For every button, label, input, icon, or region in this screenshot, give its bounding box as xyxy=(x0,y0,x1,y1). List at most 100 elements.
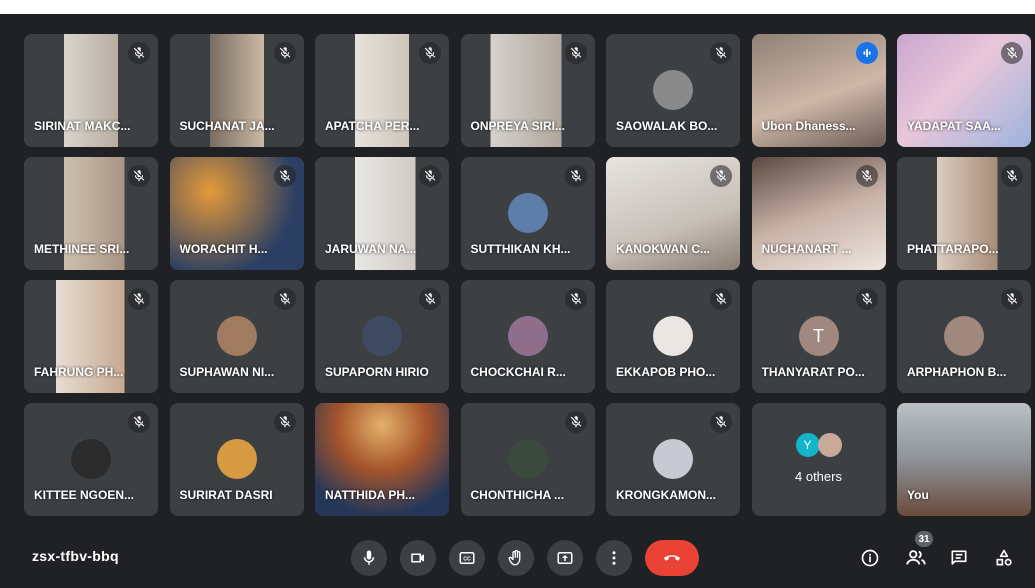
mic-off-icon xyxy=(424,293,436,305)
mic-off-icon xyxy=(715,47,727,59)
camera-button[interactable] xyxy=(400,540,436,576)
participant-avatar xyxy=(944,316,984,356)
muted-indicator xyxy=(564,42,587,64)
participant-avatar xyxy=(653,70,693,110)
participant-tile[interactable]: SUTTHIKAN KH... xyxy=(460,157,595,270)
participant-tile[interactable]: NATTHIDA PH... xyxy=(315,403,449,516)
participant-tile[interactable]: Y 4 others xyxy=(751,403,886,516)
mic-off-icon xyxy=(424,47,436,59)
participant-tile[interactable]: METHINEE SRI... xyxy=(24,157,158,270)
end-call-button[interactable] xyxy=(645,540,699,576)
participant-avatar xyxy=(362,316,402,356)
participant-tile[interactable]: JARUWAN NA... xyxy=(315,157,449,270)
muted-indicator xyxy=(1001,165,1023,187)
present-button[interactable] xyxy=(547,540,583,576)
chat-button[interactable] xyxy=(947,546,971,570)
participant-name: You xyxy=(907,488,929,502)
participant-name: SAOWALAK BO... xyxy=(616,119,718,133)
window-top-edge xyxy=(0,0,1035,14)
captions-icon: CC xyxy=(459,552,475,564)
participant-tile[interactable]: KRONGKAMON... xyxy=(606,403,740,516)
participant-name: SUTTHIKAN KH... xyxy=(470,242,571,256)
others-label: 4 others xyxy=(795,469,842,484)
participant-name: Ubon Dhaness... xyxy=(761,119,856,133)
muted-indicator xyxy=(564,165,587,187)
participant-tile[interactable]: CHONTHICHA ... xyxy=(460,403,595,516)
participant-tile[interactable]: ONPREYA SIRI... xyxy=(460,34,595,147)
more-options-button[interactable] xyxy=(596,540,632,576)
mic-off-icon xyxy=(715,416,727,428)
muted-indicator xyxy=(128,165,150,187)
participant-tile[interactable]: SURIRAT DASRI xyxy=(169,403,304,516)
muted-indicator xyxy=(273,288,296,310)
muted-indicator xyxy=(419,42,441,64)
participant-tile[interactable]: NUCHANART ... xyxy=(751,157,886,270)
participant-name: CHOCKCHAI R... xyxy=(470,365,566,379)
mic-off-icon xyxy=(133,416,145,428)
others-photo-avatar xyxy=(817,433,842,457)
people-button[interactable] xyxy=(904,546,928,570)
participant-tile[interactable]: YADAPAT SAA... xyxy=(897,34,1031,147)
activities-button[interactable] xyxy=(992,546,1016,570)
participant-tile[interactable]: T THANYARAT PO... xyxy=(751,280,886,393)
meeting-details-button[interactable] xyxy=(858,546,882,570)
participant-tile[interactable]: WORACHIT H... xyxy=(169,157,304,270)
participant-tile[interactable]: APATCHA PER... xyxy=(315,34,449,147)
participant-tile[interactable]: SUPHAWAN NI... xyxy=(169,280,304,393)
participant-name: KRONGKAMON... xyxy=(616,488,716,502)
mic-off-icon xyxy=(861,293,872,305)
muted-indicator xyxy=(128,42,150,64)
participant-tile[interactable]: SIRINAT MAKC... xyxy=(24,34,158,147)
participant-name: NUCHANART ... xyxy=(761,242,852,256)
participant-avatar xyxy=(653,439,693,479)
captions-button[interactable]: CC xyxy=(449,540,485,576)
participant-name: KITTEE NGOEN... xyxy=(34,488,135,502)
participant-avatar xyxy=(507,193,548,233)
muted-indicator xyxy=(855,288,878,310)
present-icon xyxy=(557,552,573,564)
raise-hand-button[interactable] xyxy=(498,540,534,576)
participant-tile[interactable]: EKKAPOB PHO... xyxy=(606,280,740,393)
participant-tile[interactable]: SUCHANAT JA... xyxy=(169,34,304,147)
svg-text:CC: CC xyxy=(463,557,471,563)
participant-name: JARUWAN NA... xyxy=(325,242,417,256)
mic-off-icon xyxy=(133,293,145,305)
participant-tile[interactable]: KITTEE NGOEN... xyxy=(24,403,158,516)
muted-indicator xyxy=(564,411,587,433)
activities-icon xyxy=(996,549,1012,566)
others-avatars: Y xyxy=(795,433,842,457)
participant-avatar xyxy=(216,439,257,479)
participant-tile[interactable]: PHATTARAPO... xyxy=(897,157,1031,270)
participant-tile[interactable]: ARPHAPHON B... xyxy=(897,280,1031,393)
participant-avatar xyxy=(216,316,257,356)
microphone-button[interactable] xyxy=(351,540,387,576)
participant-name: WORACHIT H... xyxy=(179,242,268,256)
mic-off-icon xyxy=(570,170,581,182)
participant-tile[interactable]: FAHRUNG PH... xyxy=(24,280,158,393)
participant-count-badge: 31 xyxy=(915,531,933,547)
participant-tile[interactable]: Ubon Dhaness... xyxy=(751,34,886,147)
participant-tile[interactable]: You xyxy=(897,403,1031,516)
mic-off-icon xyxy=(279,47,290,59)
participant-tile[interactable]: CHOCKCHAI R... xyxy=(460,280,595,393)
participant-avatar xyxy=(507,316,548,356)
hand-icon xyxy=(508,549,521,566)
muted-indicator xyxy=(128,288,150,310)
participant-name: SUPHAWAN NI... xyxy=(179,365,275,379)
speaking-icon xyxy=(863,48,870,58)
mic-off-icon xyxy=(715,170,727,182)
muted-indicator xyxy=(710,42,732,64)
muted-indicator xyxy=(419,165,441,187)
muted-indicator xyxy=(419,288,441,310)
participant-name: SIRINAT MAKC... xyxy=(34,119,131,133)
mic-off-icon xyxy=(715,293,727,305)
participant-name: SURIRAT DASRI xyxy=(179,488,273,502)
muted-indicator xyxy=(1001,42,1023,64)
participant-tile[interactable]: SAOWALAK BO... xyxy=(606,34,740,147)
participant-tile[interactable]: KANOKWAN C... xyxy=(606,157,740,270)
meeting-code[interactable]: zsx-tfbv-bbq xyxy=(32,548,119,564)
info-icon xyxy=(861,549,879,567)
muted-indicator xyxy=(273,165,296,187)
muted-indicator xyxy=(710,411,732,433)
participant-tile[interactable]: SUPAPORN HIRIO xyxy=(315,280,449,393)
